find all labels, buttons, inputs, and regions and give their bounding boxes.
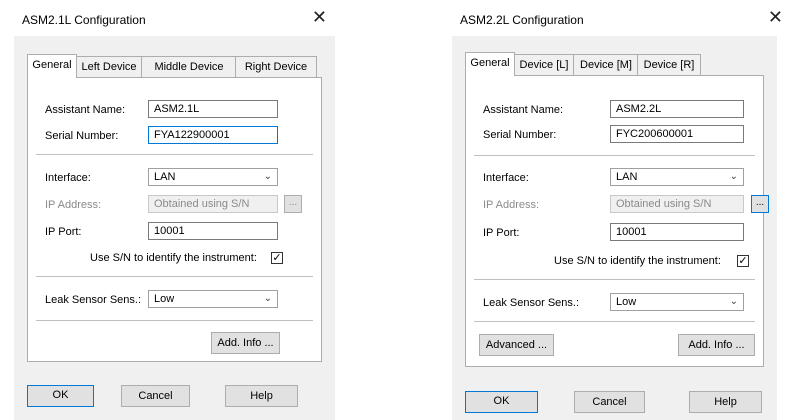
interface-label: Interface: (45, 172, 91, 184)
title-bar: ASM2.1L Configuration ✕ (14, 2, 335, 36)
help-button[interactable]: Help (225, 385, 298, 407)
tab-strip: General Device [L] Device [M] Device [R] (465, 52, 765, 76)
ip-address-browse-button[interactable]: ... (284, 195, 302, 213)
leak-sensor-value: Low (154, 293, 175, 305)
chevron-down-icon: ⌄ (263, 293, 272, 304)
use-sn-checkbox[interactable]: ✓ (271, 252, 283, 264)
ok-button[interactable]: OK (465, 391, 538, 413)
ip-address-label: IP Address: (45, 199, 102, 211)
tab-left-device[interactable]: Left Device (75, 56, 143, 77)
tab-general[interactable]: General (27, 54, 77, 78)
close-icon[interactable]: ✕ (768, 7, 783, 27)
tab-device-m[interactable]: Device [M] (573, 54, 639, 75)
leak-sensor-label: Leak Sensor Sens.: (483, 297, 580, 309)
leak-sensor-value: Low (616, 296, 637, 308)
assistant-name-label: Assistant Name: (45, 104, 126, 116)
assistant-name-input[interactable]: ASM2.1L (148, 100, 278, 118)
interface-label: Interface: (483, 172, 529, 184)
ip-port-label: IP Port: (483, 227, 520, 239)
divider (36, 320, 313, 321)
add-info-button[interactable]: Add. Info ... (678, 334, 755, 356)
serial-number-label: Serial Number: (483, 129, 557, 141)
use-sn-checkbox[interactable]: ✓ (737, 255, 749, 267)
interface-value: LAN (154, 171, 176, 183)
interface-select[interactable]: LAN ⌄ (610, 168, 744, 186)
chevron-down-icon: ⌄ (729, 296, 738, 307)
tab-device-l[interactable]: Device [L] (513, 54, 575, 75)
divider (36, 276, 313, 277)
ip-address-label: IP Address: (483, 199, 540, 211)
tab-right-device[interactable]: Right Device (235, 56, 317, 77)
tab-strip: General Left Device Middle Device Right … (27, 54, 323, 78)
chevron-down-icon: ⌄ (729, 171, 738, 182)
leak-sensor-label: Leak Sensor Sens.: (45, 294, 142, 306)
ip-address-browse-button[interactable]: ... (751, 195, 769, 213)
divider (36, 154, 313, 155)
dialog-title: ASM2.1L Configuration (22, 13, 146, 27)
leak-sensor-select[interactable]: Low ⌄ (148, 290, 278, 308)
cancel-button[interactable]: Cancel (574, 391, 645, 413)
divider (474, 321, 755, 322)
ip-port-label: IP Port: (45, 226, 82, 238)
cancel-button[interactable]: Cancel (121, 385, 190, 407)
tab-device-r[interactable]: Device [R] (637, 54, 701, 75)
add-info-button[interactable]: Add. Info ... (211, 332, 280, 354)
dialog-title: ASM2.2L Configuration (460, 13, 584, 27)
assistant-name-input[interactable]: ASM2.2L (610, 100, 744, 118)
asm21l-config-dialog: ASM2.1L Configuration ✕ General Left Dev… (14, 2, 335, 420)
ip-port-input[interactable]: 10001 (610, 223, 744, 241)
asm22l-config-dialog: ASM2.2L Configuration ✕ General Device [… (452, 2, 783, 420)
chevron-down-icon: ⌄ (263, 171, 272, 182)
general-panel: Assistant Name: ASM2.2L Serial Number: F… (465, 75, 769, 367)
divider (474, 155, 755, 156)
serial-number-label: Serial Number: (45, 130, 119, 142)
advanced-button[interactable]: Advanced ... (479, 334, 554, 356)
tab-general[interactable]: General (465, 52, 515, 76)
use-sn-label: Use S/N to identify the instrument: (554, 255, 721, 267)
tab-middle-device[interactable]: Middle Device (141, 56, 237, 77)
ip-address-input[interactable]: Obtained using S/N (148, 195, 278, 213)
divider (474, 279, 755, 280)
assistant-name-label: Assistant Name: (483, 104, 564, 116)
help-button[interactable]: Help (689, 391, 762, 413)
serial-number-input[interactable]: FYC200600001 (610, 125, 744, 143)
ok-button[interactable]: OK (27, 385, 94, 407)
ip-port-input[interactable]: 10001 (148, 222, 278, 240)
interface-value: LAN (616, 171, 638, 183)
serial-number-input[interactable]: FYA122900001 (148, 126, 278, 144)
title-bar: ASM2.2L Configuration ✕ (452, 2, 783, 36)
ip-address-input[interactable]: Obtained using S/N (610, 195, 744, 213)
leak-sensor-select[interactable]: Low ⌄ (610, 293, 744, 311)
close-icon[interactable]: ✕ (312, 7, 327, 27)
use-sn-label: Use S/N to identify the instrument: (90, 252, 257, 264)
general-panel: Assistant Name: ASM2.1L Serial Number: F… (27, 77, 322, 362)
interface-select[interactable]: LAN ⌄ (148, 168, 278, 186)
